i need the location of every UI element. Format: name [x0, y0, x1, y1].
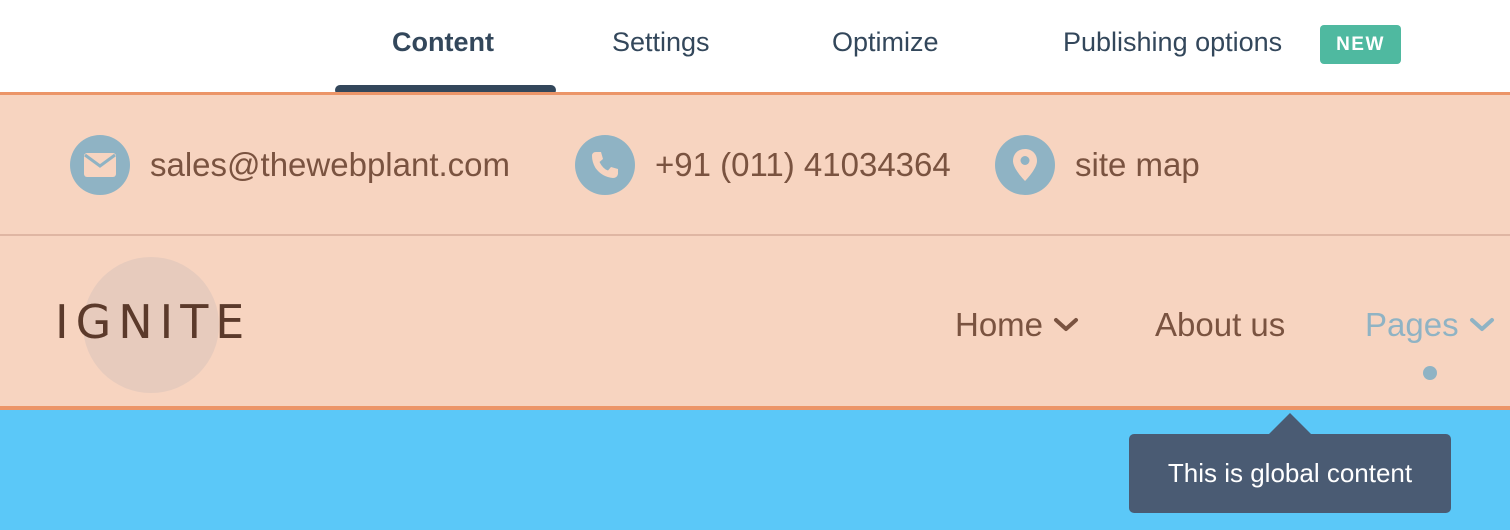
phone-text: +91 (011) 41034364 — [655, 146, 951, 183]
header-divider — [0, 234, 1510, 236]
editor-tab-bar: Content Settings Optimize Publishing opt… — [0, 0, 1510, 95]
nav-item-about-us[interactable]: About us — [1155, 303, 1285, 347]
envelope-icon — [70, 135, 130, 195]
chevron-down-icon — [1469, 318, 1494, 331]
global-content-tooltip: This is global content — [1129, 434, 1451, 513]
email-text: sales@thewebplant.com — [150, 146, 511, 183]
site-map-text: site map — [1075, 146, 1200, 183]
map-pin-icon — [995, 135, 1055, 195]
tab-optimize[interactable]: Optimize — [832, 22, 939, 62]
phone-contact[interactable]: +91 (011) 41034364 — [575, 135, 951, 195]
active-nav-indicator-dot — [1423, 366, 1437, 380]
site-logo[interactable]: IGNITE — [55, 295, 251, 349]
chevron-down-icon — [1054, 318, 1079, 331]
new-badge: NEW — [1320, 25, 1401, 64]
site-map-contact[interactable]: site map — [995, 135, 1200, 195]
tab-content[interactable]: Content — [392, 22, 494, 62]
global-header-region[interactable]: sales@thewebplant.com +91 (011) 41034364… — [0, 92, 1510, 410]
phone-icon — [575, 135, 635, 195]
tooltip-arrow — [1268, 413, 1312, 435]
nav-item-pages[interactable]: Pages — [1365, 303, 1495, 347]
email-contact[interactable]: sales@thewebplant.com — [70, 135, 510, 195]
nav-item-label: Pages — [1365, 306, 1459, 343]
nav-item-label: Home — [955, 306, 1044, 343]
tab-settings[interactable]: Settings — [612, 22, 710, 62]
nav-item-label: About us — [1155, 306, 1286, 343]
tab-publishing-options[interactable]: Publishing options — [1063, 22, 1282, 62]
nav-item-home[interactable]: Home — [955, 303, 1079, 347]
